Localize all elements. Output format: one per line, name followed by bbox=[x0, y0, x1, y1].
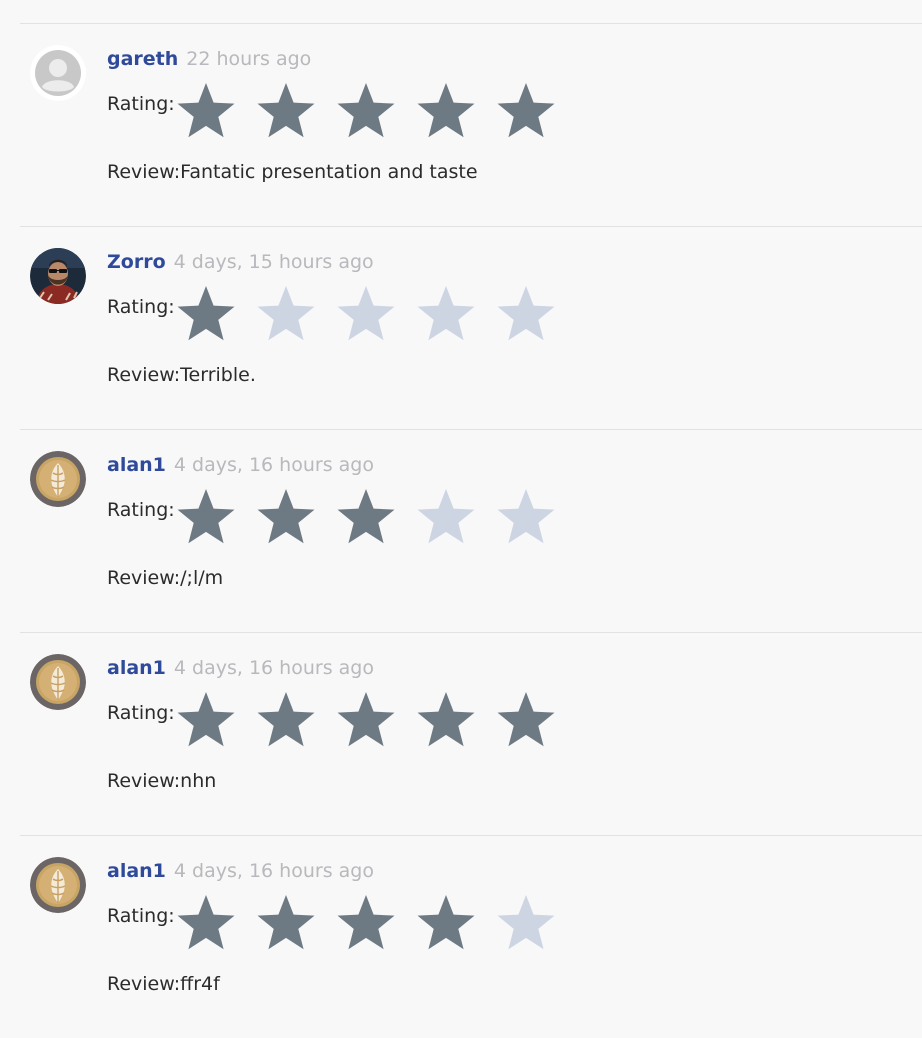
review-item: alan1 4 days, 16 hours ago Rating: Review… bbox=[20, 632, 922, 835]
review-body: Review:/;l/m bbox=[107, 566, 223, 590]
review-header: gareth 22 hours ago bbox=[107, 47, 311, 71]
star-filled-icon bbox=[417, 895, 475, 950]
star-rating bbox=[176, 283, 556, 343]
review-item: gareth 22 hours ago Rating: Review:Fantat… bbox=[20, 23, 922, 226]
review-timestamp: 4 days, 16 hours ago bbox=[173, 454, 374, 476]
author-link[interactable]: alan1 bbox=[107, 657, 166, 679]
review-body: Review:Terrible. bbox=[107, 363, 256, 387]
star-empty-icon bbox=[497, 489, 555, 544]
review-text: nhn bbox=[180, 770, 217, 792]
review-item: alan1 4 days, 16 hours ago Rating: Review… bbox=[20, 835, 922, 1038]
review-label: Review: bbox=[107, 364, 181, 386]
review-header: Zorro 4 days, 15 hours ago bbox=[107, 250, 374, 274]
reviews-list: gareth 22 hours ago Rating: Review:Fantat… bbox=[20, 0, 922, 1015]
star-empty-icon bbox=[417, 489, 475, 544]
bearded-man-photo-avatar bbox=[30, 248, 86, 304]
rating-label: Rating: bbox=[107, 905, 175, 927]
rating: Rating: bbox=[107, 80, 556, 140]
star-filled-icon bbox=[337, 895, 395, 950]
star-empty-icon bbox=[497, 895, 555, 950]
review-header: alan1 4 days, 16 hours ago bbox=[107, 656, 374, 680]
review-header: alan1 4 days, 16 hours ago bbox=[107, 453, 374, 477]
star-filled-icon bbox=[337, 692, 395, 747]
star-filled-icon bbox=[257, 83, 315, 138]
star-empty-icon bbox=[337, 286, 395, 341]
latte-art-photo-avatar bbox=[30, 654, 86, 710]
review-label: Review: bbox=[107, 567, 181, 589]
star-filled-icon bbox=[417, 83, 475, 138]
star-rating bbox=[176, 80, 556, 140]
author-link[interactable]: Zorro bbox=[107, 251, 166, 273]
review-timestamp: 22 hours ago bbox=[186, 48, 312, 70]
author-link[interactable]: gareth bbox=[107, 48, 178, 70]
review-timestamp: 4 days, 16 hours ago bbox=[173, 860, 374, 882]
rating: Rating: bbox=[107, 283, 556, 343]
star-filled-icon bbox=[497, 692, 555, 747]
rating-label: Rating: bbox=[107, 93, 175, 115]
star-filled-icon bbox=[177, 692, 235, 747]
rating: Rating: bbox=[107, 486, 556, 546]
author-link[interactable]: alan1 bbox=[107, 454, 166, 476]
star-filled-icon bbox=[417, 692, 475, 747]
avatar[interactable] bbox=[30, 857, 86, 913]
review-timestamp: 4 days, 16 hours ago bbox=[173, 657, 374, 679]
review-body: Review:Fantatic presentation and taste bbox=[107, 160, 478, 184]
star-filled-icon bbox=[337, 83, 395, 138]
review-timestamp: 4 days, 15 hours ago bbox=[173, 251, 374, 273]
latte-art-photo-avatar bbox=[30, 451, 86, 507]
review-item: Zorro 4 days, 15 hours ago Rating: Review… bbox=[20, 226, 922, 429]
star-empty-icon bbox=[497, 286, 555, 341]
star-filled-icon bbox=[337, 489, 395, 544]
avatar[interactable] bbox=[30, 451, 86, 507]
author-link[interactable]: alan1 bbox=[107, 860, 166, 882]
review-body: Review:ffr4f bbox=[107, 972, 220, 996]
review-item: alan1 4 days, 16 hours ago Rating: Review… bbox=[20, 429, 922, 632]
star-filled-icon bbox=[177, 489, 235, 544]
star-filled-icon bbox=[257, 489, 315, 544]
review-text: ffr4f bbox=[180, 973, 220, 995]
review-body: Review:nhn bbox=[107, 769, 216, 793]
star-empty-icon bbox=[417, 286, 475, 341]
avatar[interactable] bbox=[30, 45, 86, 101]
review-text: Fantatic presentation and taste bbox=[180, 161, 478, 183]
rating-label: Rating: bbox=[107, 499, 175, 521]
rating: Rating: bbox=[107, 892, 556, 952]
star-filled-icon bbox=[257, 895, 315, 950]
rating-label: Rating: bbox=[107, 296, 175, 318]
review-header: alan1 4 days, 16 hours ago bbox=[107, 859, 374, 883]
star-rating bbox=[176, 892, 556, 952]
review-label: Review: bbox=[107, 973, 181, 995]
avatar[interactable] bbox=[30, 654, 86, 710]
star-filled-icon bbox=[177, 286, 235, 341]
star-rating bbox=[176, 689, 556, 749]
review-text: Terrible. bbox=[180, 364, 256, 386]
review-label: Review: bbox=[107, 161, 181, 183]
star-filled-icon bbox=[257, 692, 315, 747]
avatar[interactable] bbox=[30, 248, 86, 304]
star-filled-icon bbox=[177, 83, 235, 138]
star-filled-icon bbox=[497, 83, 555, 138]
rating: Rating: bbox=[107, 689, 556, 749]
star-rating bbox=[176, 486, 556, 546]
star-filled-icon bbox=[177, 895, 235, 950]
latte-art-photo-avatar bbox=[30, 857, 86, 913]
rating-label: Rating: bbox=[107, 702, 175, 724]
default-user-avatar-icon bbox=[30, 45, 86, 101]
star-empty-icon bbox=[257, 286, 315, 341]
review-label: Review: bbox=[107, 770, 181, 792]
review-text: /;l/m bbox=[180, 567, 224, 589]
